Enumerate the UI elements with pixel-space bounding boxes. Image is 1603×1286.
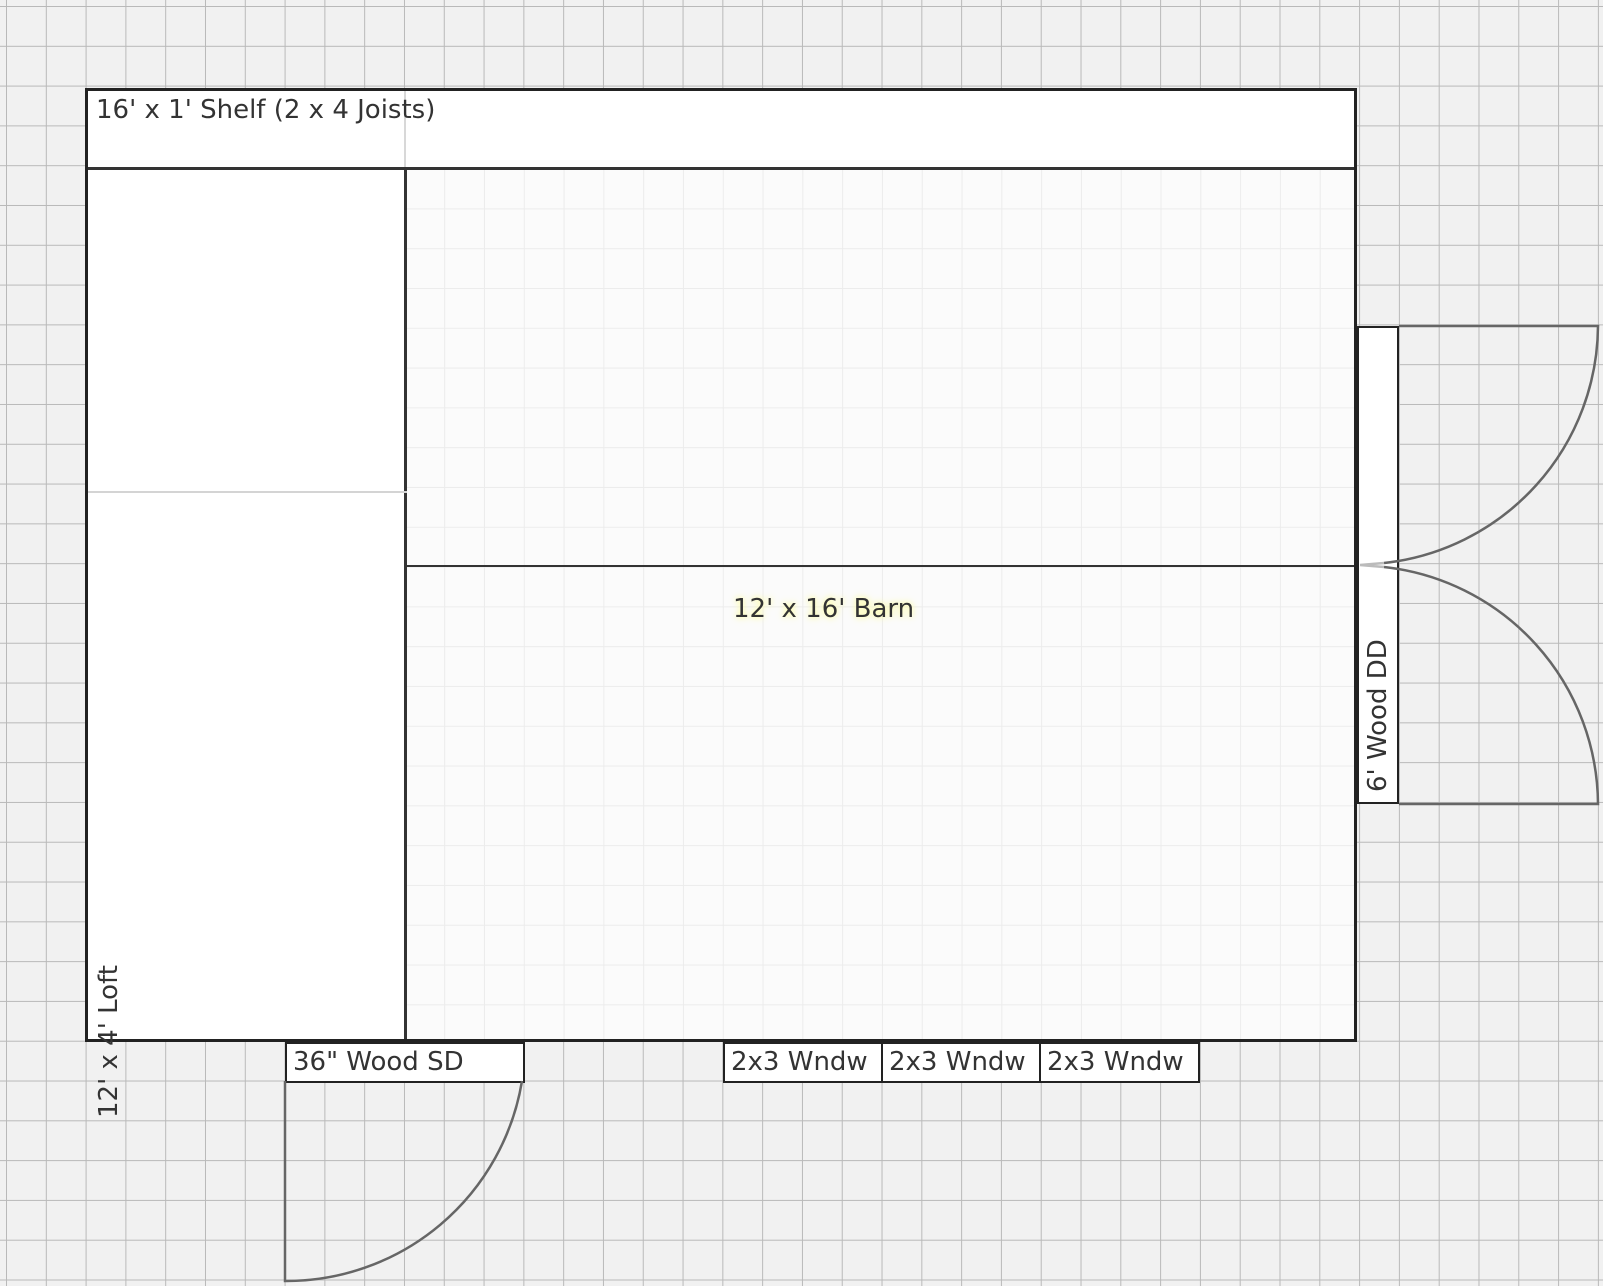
double-door-lower-swing [1383, 565, 1600, 806]
window-label: 2x3 Wndw [1047, 1047, 1184, 1077]
window-label: 2x3 Wndw [889, 1047, 1026, 1077]
barn-midline [407, 565, 1354, 567]
window-label: 2x3 Wndw [731, 1047, 868, 1077]
double-door-label: 6' Wood DD [1363, 639, 1393, 792]
side-door-label: 36" Wood SD [293, 1047, 464, 1077]
window-2: 2x3 Wndw [881, 1042, 1041, 1083]
loft-midline [88, 491, 407, 493]
side-door: 36" Wood SD [285, 1042, 525, 1083]
double-door: 6' Wood DD [1357, 326, 1399, 804]
window-1: 2x3 Wndw [723, 1042, 883, 1083]
barn-label: 12' x 16' Barn [733, 594, 915, 624]
window-3: 2x3 Wndw [1039, 1042, 1200, 1083]
shelf-area: 16' x 1' Shelf (2 x 4 Joists) [88, 91, 1354, 170]
barn-floor: 16' x 1' Shelf (2 x 4 Joists) 12' x 4' L… [85, 88, 1357, 1118]
loft-label: 12' x 4' Loft [94, 965, 124, 1118]
shelf-label: 16' x 1' Shelf (2 x 4 Joists) [96, 95, 436, 125]
double-door-upper-swing [1383, 324, 1600, 565]
loft-area: 12' x 4' Loft [88, 170, 407, 1118]
side-door-swing-arc [283, 1080, 524, 1283]
